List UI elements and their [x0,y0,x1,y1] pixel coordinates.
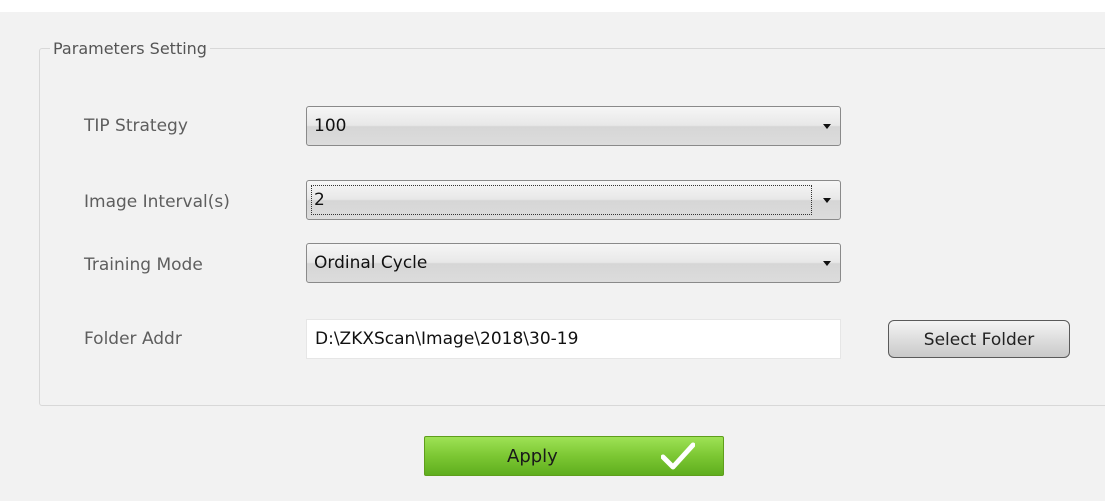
apply-button[interactable]: Apply [424,436,724,476]
folder-addr-input[interactable] [306,319,841,359]
tip-strategy-value: 100 [314,116,347,136]
training-mode-label: Training Mode [84,255,203,275]
apply-label: Apply [507,446,558,467]
top-strip [0,0,1105,12]
image-interval-label: Image Interval(s) [84,192,230,212]
focus-rectangle [311,185,812,215]
groupbox-title: Parameters Setting [50,39,210,59]
training-mode-value: Ordinal Cycle [314,253,428,273]
checkmark-icon [661,442,695,470]
image-interval-value: 2 [314,190,325,210]
dropdown-arrow-icon [823,261,831,266]
image-interval-dropdown[interactable]: 2 [306,180,841,220]
training-mode-dropdown[interactable]: Ordinal Cycle [306,243,841,283]
folder-addr-label: Folder Addr [84,329,182,349]
tip-strategy-label: TIP Strategy [84,116,188,136]
dropdown-arrow-icon [823,124,831,129]
select-folder-button[interactable]: Select Folder [888,320,1070,358]
tip-strategy-dropdown[interactable]: 100 [306,106,841,146]
dropdown-arrow-icon [823,198,831,203]
